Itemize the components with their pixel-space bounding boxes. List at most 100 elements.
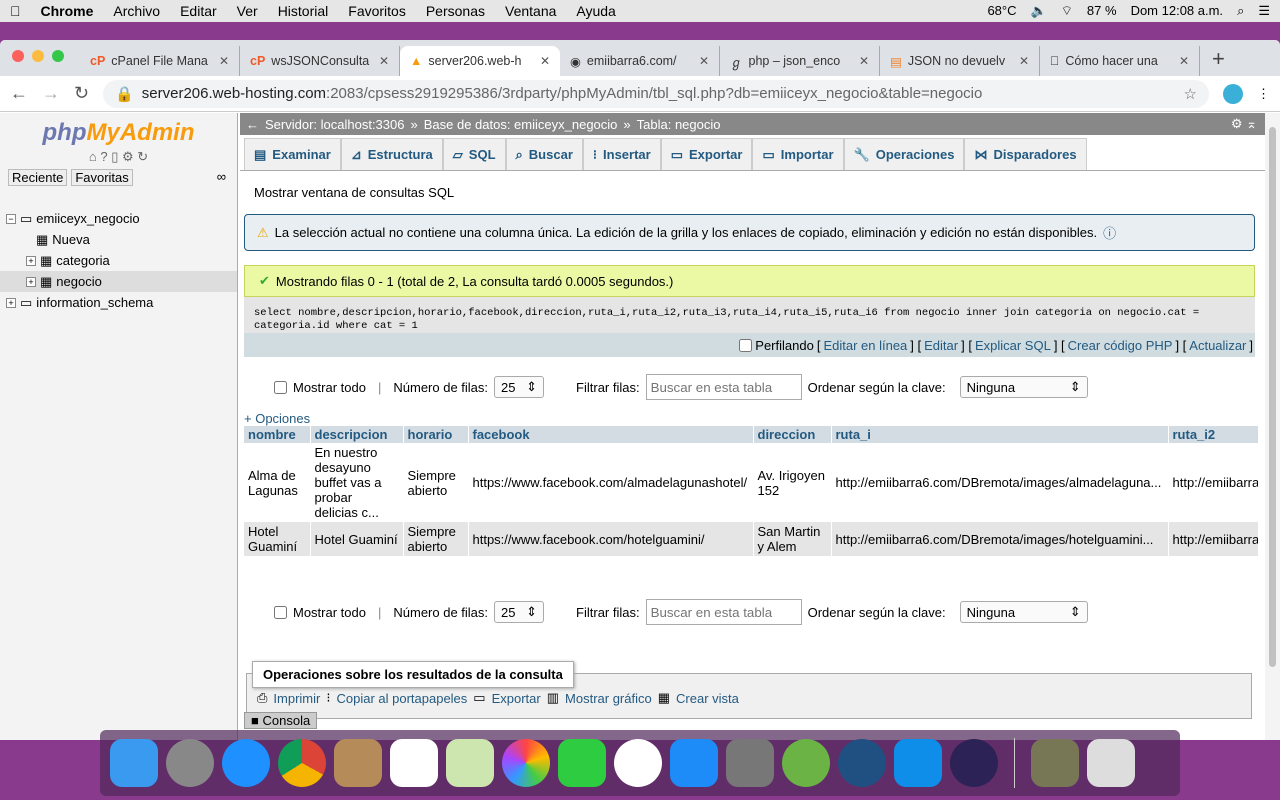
tab-disparadores[interactable]: ⋈ Disparadores [964, 138, 1087, 170]
browser-tab[interactable]: Cómo hacer una✕ [1040, 46, 1200, 76]
system-preferences-icon[interactable] [726, 739, 774, 787]
filter-rows-input[interactable] [645, 599, 802, 625]
battery[interactable]: 87 % [1087, 3, 1117, 19]
close-tab-icon[interactable]: ✕ [1019, 54, 1029, 68]
menu-item[interactable]: Editar [180, 3, 217, 19]
col-header[interactable]: horario [403, 426, 469, 443]
close-tab-icon[interactable]: ✕ [219, 54, 229, 68]
forward-icon[interactable]: → [42, 83, 60, 104]
apple-menu-icon[interactable]:  [10, 3, 21, 19]
show-chart-link[interactable]: Mostrar gráfico [565, 691, 652, 706]
docs-icon[interactable]: ▯ [111, 149, 118, 164]
edit-link[interactable]: Editar [924, 338, 958, 353]
copy-clipboard-link[interactable]: Copiar al portapapeles [336, 691, 467, 706]
wifi-icon[interactable]: ⌔ [1061, 3, 1073, 19]
tree-item-table[interactable]: + ▦ categoria [0, 250, 237, 271]
tree-item-new[interactable]: ▦ Nueva [0, 229, 237, 250]
temperature[interactable]: 68°C [987, 3, 1016, 19]
link-icon[interactable]: ∞ [214, 169, 229, 186]
menu-item[interactable]: Personas [426, 3, 485, 19]
show-sql-window-link[interactable]: Mostrar ventana de consultas SQL [240, 171, 1265, 214]
itunes-icon[interactable] [614, 739, 662, 787]
address-bar[interactable]: 🔒 server206.web-hosting.com:2083/cpsess29… [103, 79, 1209, 108]
tree-item-db[interactable]: − ▭ emiiceyx_negocio [0, 208, 237, 229]
browser-tab[interactable]: ▤ JSON no devuelv ✕ [880, 46, 1040, 76]
tab-estructura[interactable]: ⊿ Estructura [340, 138, 443, 170]
explain-sql-link[interactable]: Explicar SQL [975, 338, 1051, 353]
settings-icon[interactable]: ⚙ ⌅ [1231, 116, 1257, 132]
profile-avatar[interactable] [1223, 83, 1243, 104]
rows-select[interactable]: 25 ⇕ [494, 601, 545, 623]
tab-examinar[interactable]: ▤ Examinar [244, 138, 341, 170]
home-icon[interactable]: ⌂ [89, 149, 97, 164]
downloads-stack-icon[interactable] [1031, 739, 1079, 787]
col-header[interactable]: direccion [753, 426, 832, 443]
console-toggle[interactable]: ■ Consola [244, 712, 318, 729]
menu-item[interactable]: Archivo [113, 3, 160, 19]
close-tab-icon[interactable]: ✕ [1179, 54, 1189, 68]
teamviewer-icon[interactable] [894, 739, 942, 787]
app-store-icon[interactable] [670, 739, 718, 787]
tree-item-db[interactable]: + ▭ information_schema [0, 292, 237, 313]
server-link[interactable]: Servidor: localhost:3306 [265, 117, 404, 132]
tab-sql[interactable]: ▱ SQL [442, 138, 506, 170]
show-all-checkbox[interactable] [274, 380, 287, 394]
menu-app[interactable]: Chrome [41, 3, 94, 19]
sourcetree-icon[interactable] [838, 739, 886, 787]
rows-select[interactable]: 25 ⇕ [494, 376, 545, 398]
col-header[interactable]: ruta_i [831, 426, 1169, 443]
create-view-link[interactable]: Crear vista [676, 691, 739, 706]
close-window-button[interactable] [12, 50, 24, 62]
scrollbar[interactable] [1265, 113, 1280, 740]
create-php-link[interactable]: Crear código PHP [1068, 338, 1173, 353]
chrome-menu-icon[interactable]: ⋮ [1257, 86, 1270, 102]
close-tab-icon[interactable]: ✕ [540, 54, 550, 68]
print-link[interactable]: Imprimir [273, 691, 320, 706]
zoom-window-button[interactable] [52, 50, 64, 62]
help-icon[interactable]: ⓘ [1103, 223, 1116, 242]
eclipse-icon[interactable] [950, 739, 998, 787]
minimize-window-button[interactable] [32, 50, 44, 62]
spotlight-icon[interactable]: ⌕ [1237, 3, 1244, 19]
table-link[interactable]: Tabla: negocio [637, 117, 721, 132]
trash-icon[interactable] [1087, 739, 1135, 787]
sort-select[interactable]: Ninguna ⇕ [959, 376, 1088, 398]
tab-exportar[interactable]: ▭ Exportar [660, 138, 753, 170]
help-icon[interactable]: ? [100, 149, 107, 164]
browser-tab[interactable]: cP wsJSONConsulta ✕ [240, 46, 400, 76]
collapse-icon[interactable]: ← [246, 117, 259, 132]
inline-edit-link[interactable]: Editar en línea [823, 338, 907, 353]
tree-item-table-selected[interactable]: + ▦ negocio [0, 271, 237, 292]
tab-importar[interactable]: ▭ Importar [752, 138, 844, 170]
filter-rows-input[interactable] [645, 374, 802, 400]
col-header[interactable]: descripcion [310, 426, 404, 443]
new-tab-button[interactable]: + [1200, 46, 1237, 76]
browser-tab[interactable]: ◉ emiibarra6.com/✕ [560, 46, 720, 76]
browser-tab-active[interactable]: ▲ server206.web-h ✕ [400, 46, 560, 76]
settings-icon[interactable]: ⚙ [122, 149, 134, 164]
facetime-icon[interactable] [558, 739, 606, 787]
finder-icon[interactable] [110, 739, 158, 787]
volume-icon[interactable]: 🔈 [1031, 3, 1047, 19]
refresh-link[interactable]: Actualizar [1189, 338, 1246, 353]
reload-icon[interactable]: ↻ [137, 149, 148, 164]
tab-insertar[interactable]: ⁝ Insertar [582, 138, 661, 170]
browser-tab[interactable]: cP cPanel File Mana ✕ [80, 46, 240, 76]
phpmyadmin-logo[interactable]: phpMyAdmin [0, 119, 237, 147]
maps-icon[interactable] [446, 739, 494, 787]
show-all-checkbox[interactable] [274, 605, 287, 619]
sort-select[interactable]: Ninguna ⇕ [959, 601, 1088, 623]
database-link[interactable]: Base de datos: emiiceyx_negocio [424, 117, 618, 132]
profiling-checkbox[interactable] [739, 338, 753, 352]
chrome-icon[interactable] [278, 739, 326, 787]
menu-item[interactable]: Ventana [505, 3, 556, 19]
menu-item[interactable]: Historial [278, 3, 329, 19]
notification-center-icon[interactable]: ☰ [1258, 3, 1270, 19]
menu-item[interactable]: Ayuda [576, 3, 615, 19]
close-tab-icon[interactable]: ✕ [859, 54, 869, 68]
android-studio-icon[interactable] [782, 739, 830, 787]
photos-icon[interactable] [502, 739, 550, 787]
back-icon[interactable]: ← [10, 83, 28, 104]
bookmark-star-icon[interactable]: ☆ [1184, 85, 1197, 103]
clock[interactable]: Dom 12:08 a.m. [1131, 3, 1224, 19]
